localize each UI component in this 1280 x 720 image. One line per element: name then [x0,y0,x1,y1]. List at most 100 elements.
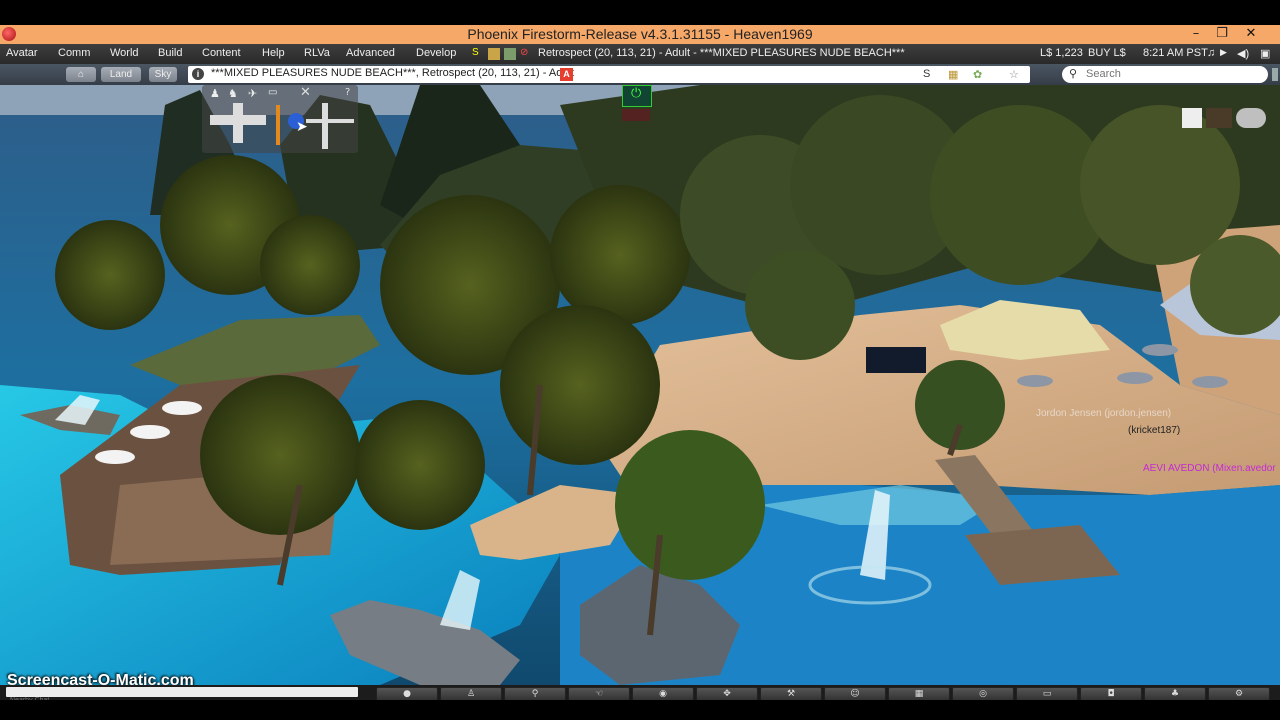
mouse-cursor-icon: ➤ [296,119,308,135]
toolbar-button[interactable]: ☺ [824,687,886,701]
toolbar-button[interactable]: ◉ [632,687,694,701]
umbrella [95,450,135,464]
hud-attachment-icon[interactable] [1206,108,1232,128]
fly-mode-icon[interactable]: ✈ [248,87,257,100]
movement-controls: ♟ ♞ ✈ ▭ ✕ ? ➤ [202,85,358,153]
toolbar-button[interactable]: ● [376,687,438,701]
toolbar-button[interactable]: ✥ [696,687,758,701]
notifications-icon[interactable]: ▣ [1260,47,1270,60]
menu-build[interactable]: Build [158,47,182,59]
voice-icon[interactable]: ⊘ [520,47,532,59]
nearby-chat-box[interactable] [6,687,358,705]
toolbar-button[interactable]: ♙ [440,687,502,701]
toolbar-button[interactable]: ⚲ [504,687,566,701]
media-icon[interactable]: ♫ [1207,47,1215,59]
search-icon: ⚲ [1069,68,1078,80]
location-bar[interactable]: i ***MIXED PLEASURES NUDE BEACH***, Retr… [188,66,1030,83]
sky-button[interactable]: Sky [149,67,177,82]
navigation-bar: ⌂ Land Sky i ***MIXED PLEASURES NUDE BEA… [0,64,1280,85]
map-icon: ▦ [914,689,924,699]
minimize-button[interactable]: – [1182,25,1210,44]
avatar-nametag[interactable]: (kricket187) [1128,425,1180,436]
chat-icon: ● [403,689,411,699]
toolbar-button[interactable]: ▦ [888,687,950,701]
search-input[interactable] [1086,67,1256,81]
parcel-icon[interactable]: ✿ [973,68,982,81]
walk-mode-icon[interactable]: ♟ [210,87,220,100]
camera-icon: ◉ [659,689,667,699]
window-title-bar: Phoenix Firestorm-Release v4.3.1.31155 -… [0,25,1280,44]
umbrella [162,401,202,415]
home-button[interactable]: ⌂ [66,67,96,82]
nametag-text: AEVI AVEDON (Mixen.avedor [1143,463,1276,474]
appearance-icon: ♣ [1170,689,1180,699]
joystick-vertical[interactable] [233,103,243,143]
toolbar-button[interactable]: ▭ [1016,687,1078,701]
toolbar-button[interactable]: ☜ [568,687,630,701]
volume-icon[interactable]: ◀) [1237,47,1249,60]
nametag-text: (kricket187) [1128,425,1181,436]
power-button-hud[interactable]: ⏻ [622,85,652,107]
menu-advanced[interactable]: Advanced [346,47,395,59]
build-allowed-icon[interactable]: ▦ [948,68,958,81]
land-button[interactable]: Land [101,67,141,82]
toolbar-button[interactable]: ◎ [952,687,1014,701]
toolbar-button[interactable]: ♣ [1144,687,1206,701]
menu-comm[interactable]: Comm [58,47,90,59]
3d-world-viewport[interactable]: ⏻ [0,85,1280,685]
toolbar-button[interactable]: ⚒ [760,687,822,701]
toolbar-button[interactable]: ⚙ [1208,687,1270,701]
menu-bar: Avatar Comm World Build Content Help RLV… [0,44,1280,64]
hud-chevron-icon[interactable] [622,109,650,121]
minimap-icon: ◎ [979,689,987,699]
search-field[interactable]: ⚲ [1062,66,1268,83]
scrollbar-handle[interactable] [1272,68,1278,81]
buy-currency-button[interactable]: BUY L$ [1088,47,1126,59]
umbrella [1017,375,1053,387]
run-mode-icon[interactable]: ♞ [228,87,238,100]
push-icon[interactable] [504,48,516,60]
maximize-button[interactable]: ❐ [1208,25,1236,44]
scripts-icon[interactable]: S [923,68,930,81]
avatar-nametag[interactable]: Jordon Jensen (jordon.jensen) [1036,408,1171,419]
sign-board [866,347,926,373]
people-icon: ♙ [466,689,476,699]
view-mode-icon[interactable]: ▭ [268,87,277,98]
menu-world[interactable]: World [110,47,139,59]
profile-icon: ☺ [850,689,860,699]
favorite-star-icon[interactable]: ☆ [1009,68,1019,81]
avatar-nametag[interactable]: AEVI AVEDON (Mixen.avedor [1143,463,1276,474]
beach-scene [0,85,1280,685]
search-icon: ⚲ [531,689,539,699]
menu-help[interactable]: Help [262,47,285,59]
info-icon[interactable]: i [192,68,204,80]
umbrella [130,425,170,439]
menu-content[interactable]: Content [202,47,241,59]
script-icon[interactable]: S [472,47,484,59]
balance[interactable]: L$ 1,223 [1040,47,1083,59]
location-text[interactable]: ***MIXED PLEASURES NUDE BEACH***, Retros… [211,67,574,79]
umbrella [1192,376,1228,388]
menu-rlva[interactable]: RLVa [304,47,330,59]
move-icon: ✥ [723,689,731,699]
adult-rating-badge: A [560,68,573,81]
parcel-info[interactable]: Retrospect (20, 113, 21) - Adult - ***MI… [538,47,905,59]
clock: 8:21 AM PST [1143,47,1208,59]
close-icon[interactable]: ✕ [300,85,311,100]
menu-develop[interactable]: Develop [416,47,456,59]
inventory-icon: ▭ [1042,689,1052,699]
snapshot-icon: ◘ [1107,689,1115,699]
camera-zoom-slider[interactable] [276,105,280,145]
build-icon[interactable] [488,48,500,60]
stream-icon[interactable]: ▶ [1220,47,1227,58]
menu-avatar[interactable]: Avatar [6,47,38,59]
gesture-icon: ☜ [594,689,604,699]
camera-pan-horizontal[interactable] [306,119,354,123]
umbrella [1142,344,1178,356]
toolbar-button[interactable]: ◘ [1080,687,1142,701]
camera-pan-vertical[interactable] [322,103,328,149]
help-icon[interactable]: ? [345,87,350,98]
hud-attachment-icon[interactable] [1236,108,1266,128]
hud-attachment-icon[interactable] [1182,108,1202,128]
close-button[interactable]: ✕ [1237,25,1265,44]
